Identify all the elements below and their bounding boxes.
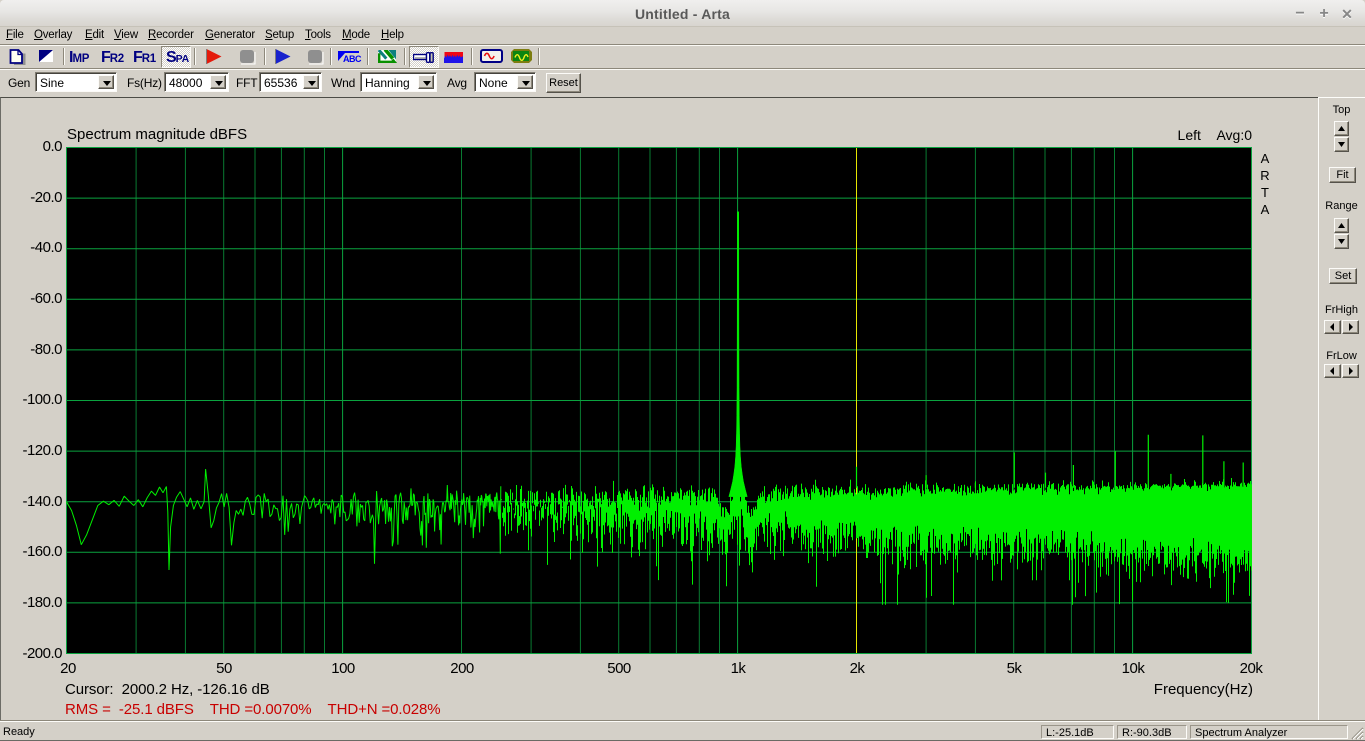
svg-text:ABC: ABC xyxy=(343,54,362,63)
